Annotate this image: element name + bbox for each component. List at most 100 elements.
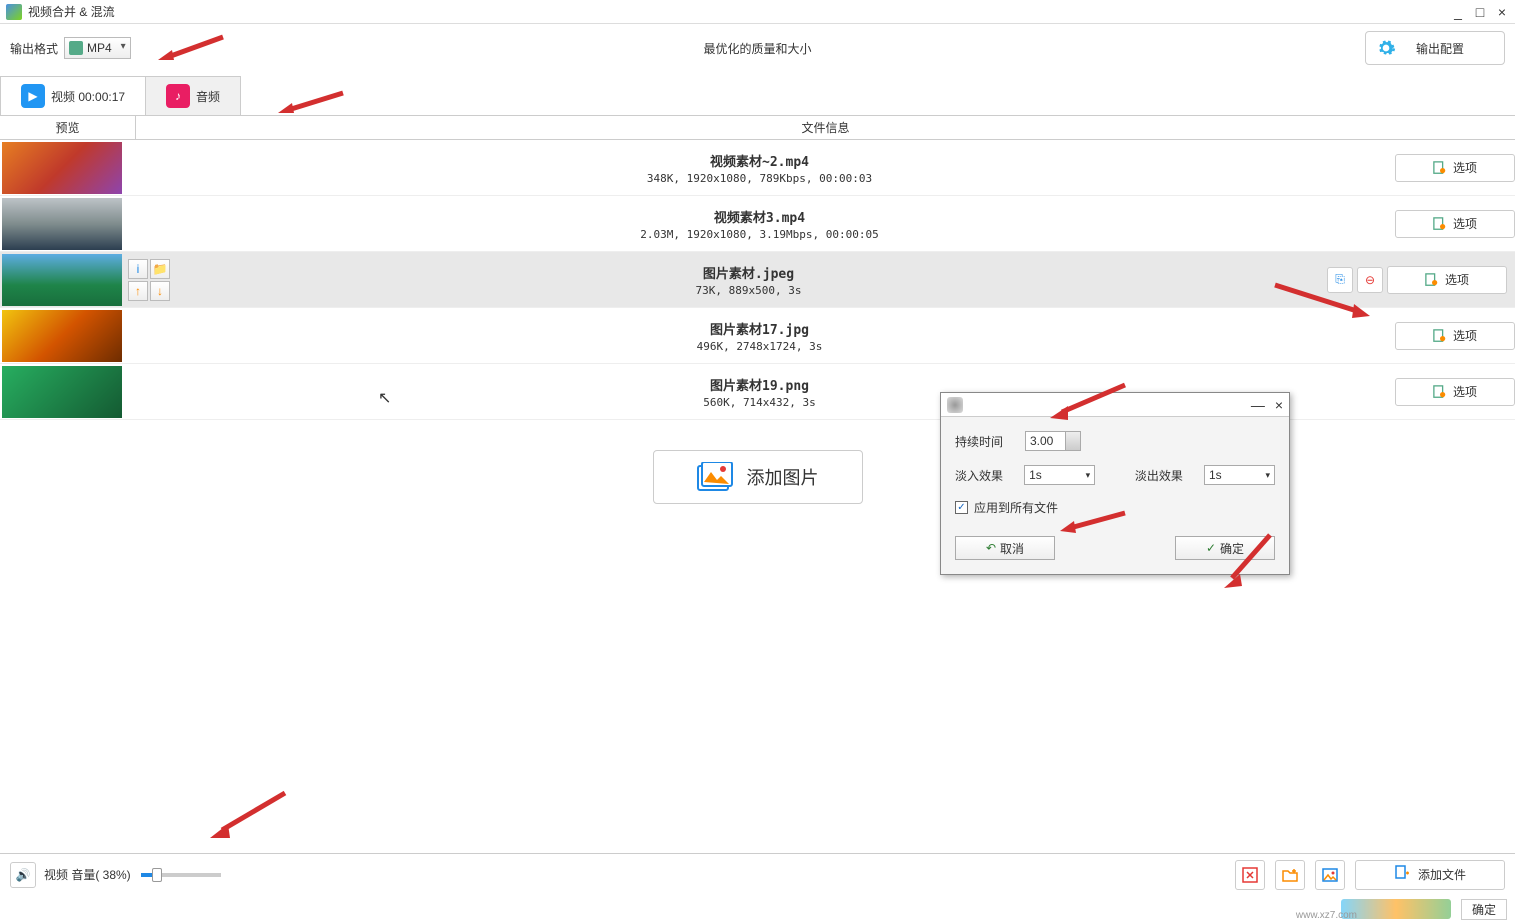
file-row[interactable]: 图片素材17.jpg 496K, 2748x1724, 3s 选项: [0, 308, 1515, 364]
apply-all-checkbox[interactable]: ✓: [955, 501, 968, 514]
dialog-app-icon: [947, 397, 963, 413]
slider-thumb[interactable]: [152, 868, 162, 882]
column-fileinfo: 文件信息: [136, 116, 1515, 139]
maximize-button[interactable]: □: [1473, 5, 1487, 19]
options-button[interactable]: 选项: [1395, 322, 1515, 350]
output-format-label: 输出格式: [10, 40, 58, 57]
app-icon: [6, 4, 22, 20]
options-icon: [1433, 217, 1447, 231]
close-button[interactable]: ×: [1495, 5, 1509, 19]
options-label: 选项: [1445, 271, 1469, 288]
file-name: 图片素材17.jpg: [124, 319, 1395, 338]
fadeout-select[interactable]: 1s: [1204, 465, 1275, 485]
file-meta: 348K, 1920x1080, 789Kbps, 00:00:03: [124, 172, 1395, 185]
top-config-row: 输出格式 MP4 最优化的质量和大小 输出配置: [0, 24, 1515, 72]
row-actions: ⎘ ⊖ 选项: [1327, 266, 1507, 294]
options-button[interactable]: 选项: [1395, 154, 1515, 182]
options-icon: [1433, 385, 1447, 399]
tab-audio-label: 音频: [196, 88, 220, 105]
add-file-icon: [1394, 865, 1410, 884]
options-label: 选项: [1453, 215, 1477, 232]
duration-label: 持续时间: [955, 433, 1015, 450]
fadeout-value: 1s: [1209, 468, 1222, 482]
thumbnail: [2, 366, 122, 418]
fadein-value: 1s: [1029, 468, 1042, 482]
file-meta: 496K, 2748x1724, 3s: [124, 340, 1395, 353]
file-info: 图片素材17.jpg 496K, 2748x1724, 3s: [124, 319, 1395, 353]
play-icon: ▶: [21, 84, 45, 108]
fadein-select[interactable]: 1s: [1024, 465, 1095, 485]
file-info: 图片素材.jpeg 73K, 889x500, 3s: [170, 263, 1327, 297]
thumbnail: [2, 198, 122, 250]
options-icon: [1433, 329, 1447, 343]
options-label: 选项: [1453, 383, 1477, 400]
move-up-button[interactable]: ↑: [128, 281, 148, 301]
duration-value: 3.00: [1030, 434, 1053, 448]
clear-list-button[interactable]: [1235, 860, 1265, 890]
window-controls: _ □ ×: [1451, 5, 1509, 19]
tab-video[interactable]: ▶ 视频 00:00:17: [0, 76, 146, 115]
output-format-select[interactable]: MP4: [64, 37, 131, 59]
dialog-ok-label: 确定: [1220, 540, 1244, 557]
add-image-button[interactable]: 添加图片: [653, 450, 863, 504]
thumbnail: [2, 142, 122, 194]
file-row[interactable]: 视频素材~2.mp4 348K, 1920x1080, 789Kbps, 00:…: [0, 140, 1515, 196]
file-name: 图片素材.jpeg: [170, 263, 1327, 282]
slider-track: [141, 873, 153, 877]
spinner-arrows-icon[interactable]: ▲▼: [1071, 433, 1078, 449]
file-name: 视频素材3.mp4: [124, 207, 1395, 226]
check-icon: ✓: [1206, 541, 1216, 555]
site-url: www.xz7.com: [1296, 910, 1357, 921]
duration-dialog: — × 持续时间 3.00 ▲▼ 淡入效果 1s 淡出效果 1s ✓ 应用到所有…: [940, 392, 1290, 575]
minimize-button[interactable]: _: [1451, 5, 1465, 19]
output-config-button[interactable]: 输出配置: [1365, 31, 1505, 65]
fadeout-label: 淡出效果: [1135, 467, 1194, 484]
file-row[interactable]: 视频素材3.mp4 2.03M, 1920x1080, 3.19Mbps, 00…: [0, 196, 1515, 252]
column-headers: 预览 文件信息: [0, 116, 1515, 140]
options-button[interactable]: 选项: [1387, 266, 1507, 294]
output-config-label: 输出配置: [1416, 40, 1464, 57]
file-row-selected[interactable]: i 📁 ↑ ↓ 图片素材.jpeg 73K, 889x500, 3s ⎘ ⊖ 选…: [0, 252, 1515, 308]
add-image-small-button[interactable]: [1315, 860, 1345, 890]
file-info: 视频素材3.mp4 2.03M, 1920x1080, 3.19Mbps, 00…: [124, 207, 1395, 241]
dialog-cancel-label: 取消: [1000, 540, 1024, 557]
add-file-button[interactable]: 添加文件: [1355, 860, 1505, 890]
options-label: 选项: [1453, 159, 1477, 176]
tab-video-label: 视频 00:00:17: [51, 88, 125, 105]
dialog-titlebar[interactable]: — ×: [941, 393, 1289, 417]
options-button[interactable]: 选项: [1395, 210, 1515, 238]
titlebar: 视频合并 & 混流 _ □ ×: [0, 0, 1515, 24]
gear-icon: [1376, 38, 1396, 58]
add-file-label: 添加文件: [1418, 866, 1466, 883]
dialog-close-button[interactable]: ×: [1275, 397, 1283, 413]
move-down-button[interactable]: ↓: [150, 281, 170, 301]
tabs: ▶ 视频 00:00:17 ♪ 音频: [0, 76, 1515, 116]
dialog-minimize-button[interactable]: —: [1251, 397, 1265, 413]
copy-button[interactable]: ⎘: [1327, 267, 1353, 293]
remove-button[interactable]: ⊖: [1357, 267, 1383, 293]
add-folder-button[interactable]: [1275, 860, 1305, 890]
file-meta: 73K, 889x500, 3s: [170, 284, 1327, 297]
dialog-ok-button[interactable]: ✓ 确定: [1175, 536, 1275, 560]
fadein-label: 淡入效果: [955, 467, 1014, 484]
folder-button[interactable]: 📁: [150, 259, 170, 279]
volume-slider[interactable]: [141, 873, 221, 877]
speaker-icon[interactable]: 🔊: [10, 862, 36, 888]
info-button[interactable]: i: [128, 259, 148, 279]
tab-audio[interactable]: ♪ 音频: [145, 76, 241, 115]
site-logo: [1341, 899, 1451, 919]
watermark-row: 确定: [1341, 897, 1507, 921]
ok-mini-button[interactable]: 确定: [1461, 899, 1507, 920]
quality-text: 最优化的质量和大小: [703, 40, 811, 57]
row-tools: i 📁 ↑ ↓: [128, 259, 170, 301]
dialog-cancel-button[interactable]: ↶ 取消: [955, 536, 1055, 560]
dialog-body: 持续时间 3.00 ▲▼ 淡入效果 1s 淡出效果 1s ✓ 应用到所有文件 ↶…: [941, 417, 1289, 574]
add-image-label: 添加图片: [747, 464, 819, 490]
options-icon: [1433, 161, 1447, 175]
duration-input[interactable]: 3.00 ▲▼: [1025, 431, 1081, 451]
thumbnail: [2, 310, 122, 362]
output-format-value: MP4: [87, 41, 112, 55]
options-button[interactable]: 选项: [1395, 378, 1515, 406]
music-icon: ♪: [166, 84, 190, 108]
options-label: 选项: [1453, 327, 1477, 344]
